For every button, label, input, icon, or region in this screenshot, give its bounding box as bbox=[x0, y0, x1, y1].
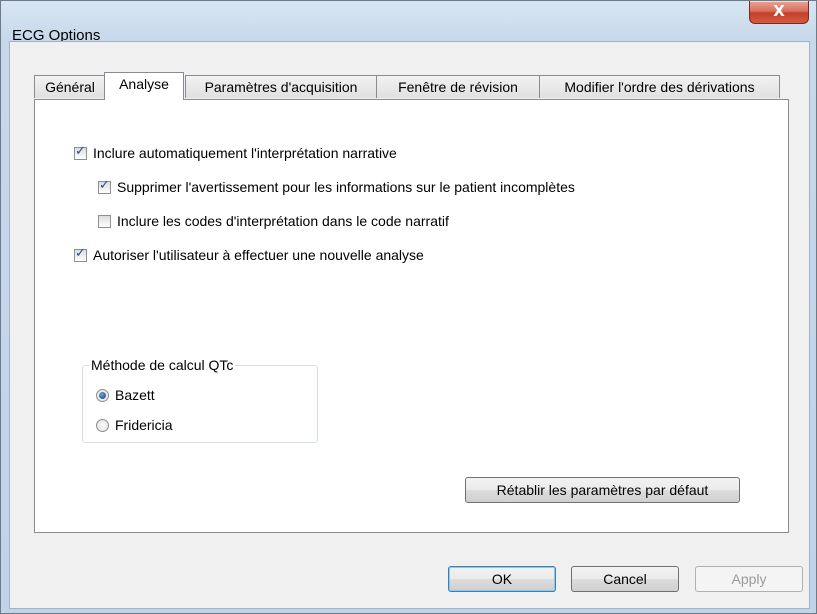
ok-button[interactable]: OK bbox=[448, 566, 556, 592]
suppress-warning-checkbox[interactable] bbox=[98, 178, 111, 194]
tab-analyse[interactable]: Analyse bbox=[104, 72, 184, 100]
auto-narrative-label: Inclure automatiquement l'interprétation… bbox=[93, 145, 397, 161]
dialog-client-area: Général Analyse Paramètres d'acquisition… bbox=[9, 41, 810, 609]
tab-lead-order[interactable]: Modifier l'ordre des dérivations bbox=[539, 75, 780, 98]
tab-general[interactable]: Général bbox=[34, 75, 106, 98]
fridericia-label: Fridericia bbox=[115, 417, 173, 433]
analyse-panel: Inclure automatiquement l'interprétation… bbox=[34, 99, 789, 533]
dialog-window: ECG Options X Général Analyse Paramètres… bbox=[0, 0, 817, 614]
title-bar: ECG Options X bbox=[1, 1, 816, 44]
reset-defaults-button[interactable]: Rétablir les paramètres par défaut bbox=[465, 477, 740, 503]
allow-reanalysis-checkbox[interactable] bbox=[74, 246, 87, 262]
auto-narrative-checkbox[interactable] bbox=[74, 144, 87, 160]
apply-button[interactable]: Apply bbox=[695, 566, 803, 592]
bazett-label: Bazett bbox=[115, 387, 155, 403]
suppress-warning-label: Supprimer l'avertissement pour les infor… bbox=[117, 179, 575, 195]
qtc-method-group: Méthode de calcul QTc Bazett Fridericia bbox=[82, 357, 318, 443]
include-codes-label: Inclure les codes d'interprétation dans … bbox=[117, 213, 449, 229]
allow-reanalysis-label: Autoriser l'utilisateur à effectuer une … bbox=[93, 247, 424, 263]
tab-acquisition[interactable]: Paramètres d'acquisition bbox=[185, 75, 377, 98]
close-icon: X bbox=[773, 2, 785, 20]
cancel-button[interactable]: Cancel bbox=[571, 566, 679, 592]
include-codes-checkbox[interactable] bbox=[98, 215, 111, 228]
close-button[interactable]: X bbox=[749, 1, 809, 24]
tab-revision[interactable]: Fenêtre de révision bbox=[376, 75, 540, 98]
fridericia-radio[interactable] bbox=[96, 419, 109, 432]
qtc-method-legend: Méthode de calcul QTc bbox=[89, 357, 236, 373]
bazett-radio[interactable] bbox=[96, 389, 109, 402]
